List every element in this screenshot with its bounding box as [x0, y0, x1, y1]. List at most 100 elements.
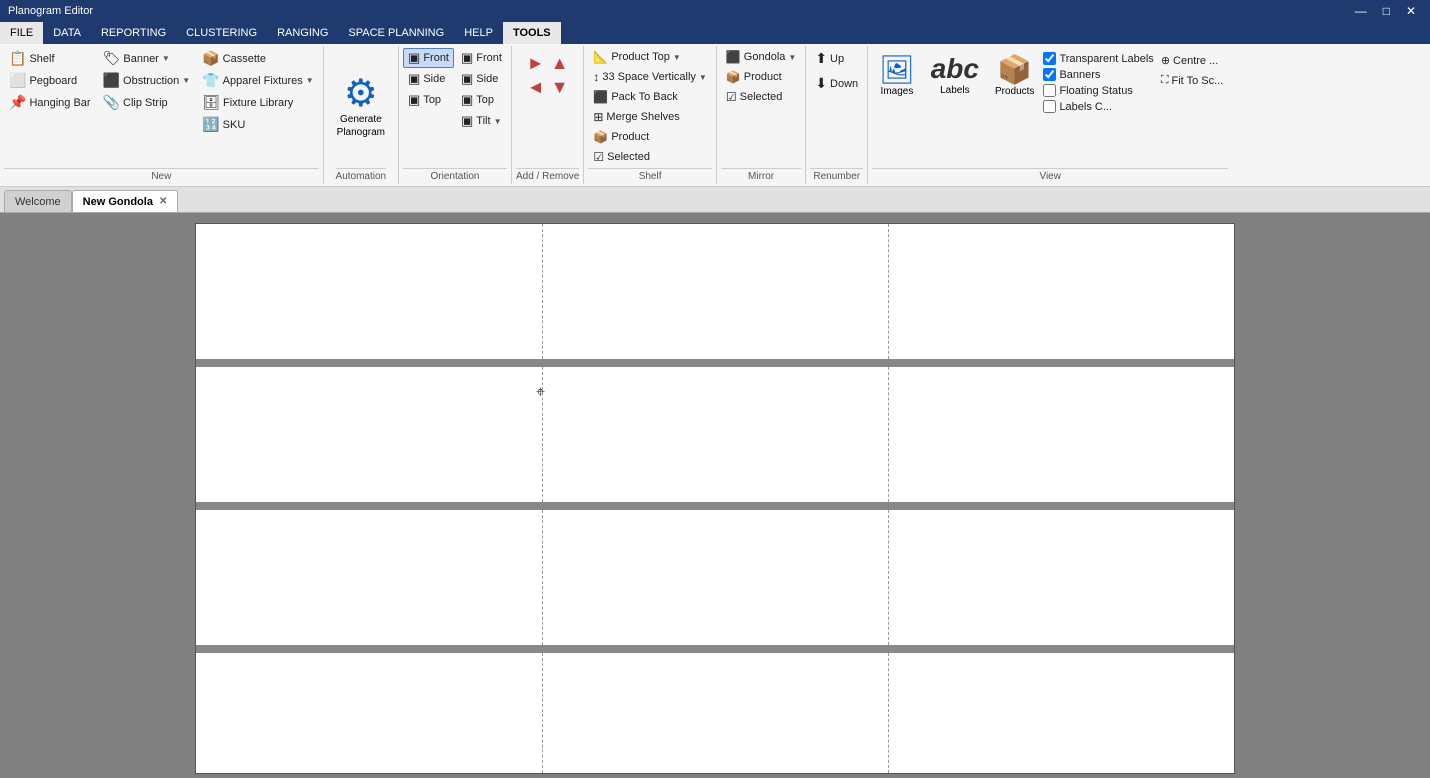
pack-to-back-icon: ⬛	[593, 90, 608, 104]
btn-cassette[interactable]: 📦 Cassette	[197, 48, 318, 69]
tab-welcome-label: Welcome	[15, 196, 61, 208]
new-group-label: New	[4, 168, 319, 182]
tab-welcome[interactable]: Welcome	[4, 190, 72, 212]
menu-help[interactable]: HELP	[454, 22, 503, 44]
front2-icon: ▣	[461, 50, 473, 66]
banner-icon: 🏷	[103, 50, 121, 67]
btn-centre[interactable]: ⊕ Centre ...	[1156, 52, 1228, 69]
automation-group-label: Automation	[336, 168, 387, 182]
ribbon-group-new: 📋 Shelf ⬜ Pegboard 📌 Hanging Bar 🏷 Banne…	[0, 46, 324, 184]
banners-input[interactable]	[1043, 68, 1056, 81]
btn-images[interactable]: 🖼 Images	[872, 48, 922, 102]
menu-file[interactable]: FILE	[0, 22, 43, 44]
checkbox-transparent-labels[interactable]: Transparent Labels	[1043, 52, 1153, 65]
btn-labels[interactable]: abc Labels	[924, 48, 986, 101]
labels-c-input[interactable]	[1043, 100, 1056, 113]
product-top-icon: 📐	[593, 50, 608, 64]
btn-fit-to-screen[interactable]: ⛶ Fit To Sc...	[1156, 72, 1228, 89]
ribbon-group-automation: ⚙ GeneratePlanogram Automation	[324, 46, 399, 184]
obstruction-dropdown-arrow: ▼	[182, 76, 190, 85]
btn-up[interactable]: ⬆ Up	[810, 48, 849, 69]
btn-mirror-selected[interactable]: ☑ Selected	[721, 88, 788, 106]
shelf-section-2	[196, 367, 1234, 510]
space-vertically-icon: ↕	[593, 70, 599, 84]
btn-fixture-library[interactable]: 🗄 Fixture Library	[197, 92, 318, 113]
shelf-icon: 📋	[9, 50, 26, 67]
floating-status-input[interactable]	[1043, 84, 1056, 97]
tab-bar: Welcome New Gondola ✕	[0, 187, 1430, 213]
menu-clustering[interactable]: CLUSTERING	[176, 22, 267, 44]
btn-top-1[interactable]: ▣ Top	[403, 90, 454, 110]
close-button[interactable]: ✕	[1400, 4, 1422, 18]
view-group-label: View	[872, 168, 1228, 182]
btn-generate-planogram[interactable]: ⚙ GeneratePlanogram	[328, 70, 394, 144]
btn-obstruction[interactable]: ⬛ Obstruction ▼	[98, 70, 196, 91]
btn-down[interactable]: ⬇ Down	[810, 73, 863, 94]
divider-v-1-1	[542, 224, 543, 359]
btn-top-2[interactable]: ▣ Top	[456, 90, 507, 110]
shelf-group-label: Shelf	[588, 168, 711, 182]
btn-banner[interactable]: 🏷 Banner ▼	[98, 48, 196, 69]
shelf-bar-1	[196, 359, 1234, 367]
btn-arrow-left[interactable]: ◄	[525, 76, 547, 98]
btn-side-1[interactable]: ▣ Side	[403, 69, 454, 89]
menu-tools[interactable]: TOOLS	[503, 22, 561, 44]
pegboard-icon: ⬜	[9, 72, 26, 89]
ribbon-group-shelf: 📐 Product Top ▼ ↕ 33 Space Vertically ▼ …	[584, 46, 716, 184]
tilt-dropdown-arrow: ▼	[494, 117, 502, 126]
tab-new-gondola[interactable]: New Gondola ✕	[72, 190, 179, 212]
btn-selected[interactable]: ☑ Selected	[588, 148, 655, 166]
btn-tilt[interactable]: ▣ Tilt ▼	[456, 111, 507, 131]
side2-icon: ▣	[461, 71, 473, 87]
obstruction-icon: ⬛	[103, 72, 120, 89]
tab-close-icon[interactable]: ✕	[159, 196, 167, 207]
btn-apparel-fixtures[interactable]: 👕 Apparel Fixtures ▼	[197, 70, 318, 91]
btn-hanging-bar[interactable]: 📌 Hanging Bar	[4, 92, 96, 113]
checkbox-floating-status[interactable]: Floating Status	[1043, 84, 1153, 97]
btn-pack-to-back[interactable]: ⬛ Pack To Back	[588, 88, 682, 106]
btn-arrow-down[interactable]: ▼	[549, 76, 571, 98]
down-icon: ⬇	[815, 75, 827, 92]
divider-v-4-1	[542, 653, 543, 773]
btn-sku[interactable]: 🔢 SKU	[197, 114, 318, 135]
menu-reporting[interactable]: REPORTING	[91, 22, 176, 44]
checkbox-banners[interactable]: Banners	[1043, 68, 1153, 81]
clip-strip-icon: 📎	[103, 94, 120, 111]
btn-product[interactable]: 📦 Product	[588, 128, 654, 146]
menu-ranging[interactable]: RANGING	[267, 22, 338, 44]
btn-shelf[interactable]: 📋 Shelf	[4, 48, 96, 69]
shelf-section-1: ⌖	[196, 224, 1234, 367]
btn-gondola[interactable]: ⬛ Gondola ▼	[721, 48, 801, 66]
btn-arrow-right[interactable]: ►	[525, 52, 547, 74]
shelf-bar-2	[196, 502, 1234, 510]
btn-space-vertically[interactable]: ↕ 33 Space Vertically ▼	[588, 68, 711, 86]
btn-clip-strip[interactable]: 📎 Clip Strip	[98, 92, 196, 113]
orientation-group-label: Orientation	[403, 168, 507, 182]
merge-shelves-icon: ⊞	[593, 110, 603, 124]
divider-v-1-2	[888, 224, 889, 359]
btn-pegboard[interactable]: ⬜ Pegboard	[4, 70, 96, 91]
menu-space-planning[interactable]: SPACE PLANNING	[338, 22, 454, 44]
planogram: ⌖	[195, 223, 1235, 774]
btn-front-2[interactable]: ▣ Front	[456, 48, 507, 68]
btn-mirror-product[interactable]: 📦 Product	[721, 68, 787, 86]
generate-icon: ⚙	[344, 75, 378, 113]
apparel-fixtures-dropdown-arrow: ▼	[306, 76, 314, 85]
btn-front[interactable]: ▣ Front	[403, 48, 454, 68]
menu-data[interactable]: DATA	[43, 22, 91, 44]
divider-v-2-1	[542, 367, 543, 502]
btn-product-top[interactable]: 📐 Product Top ▼	[588, 48, 685, 66]
btn-side-2[interactable]: ▣ Side	[456, 69, 507, 89]
labels-icon: abc	[931, 53, 979, 85]
btn-arrow-up[interactable]: ▲	[549, 52, 571, 74]
add-remove-group-label: Add / Remove	[516, 168, 579, 182]
btn-products[interactable]: 📦 Products	[988, 48, 1041, 102]
product-top-dropdown-arrow: ▼	[673, 53, 681, 62]
canvas-area: ⌖	[0, 213, 1430, 778]
shelf-space-4	[196, 653, 1234, 773]
transparent-labels-input[interactable]	[1043, 52, 1056, 65]
btn-merge-shelves[interactable]: ⊞ Merge Shelves	[588, 108, 684, 126]
minimize-button[interactable]: —	[1349, 4, 1373, 18]
maximize-button[interactable]: □	[1377, 4, 1396, 18]
checkbox-labels-c[interactable]: Labels C...	[1043, 100, 1153, 113]
